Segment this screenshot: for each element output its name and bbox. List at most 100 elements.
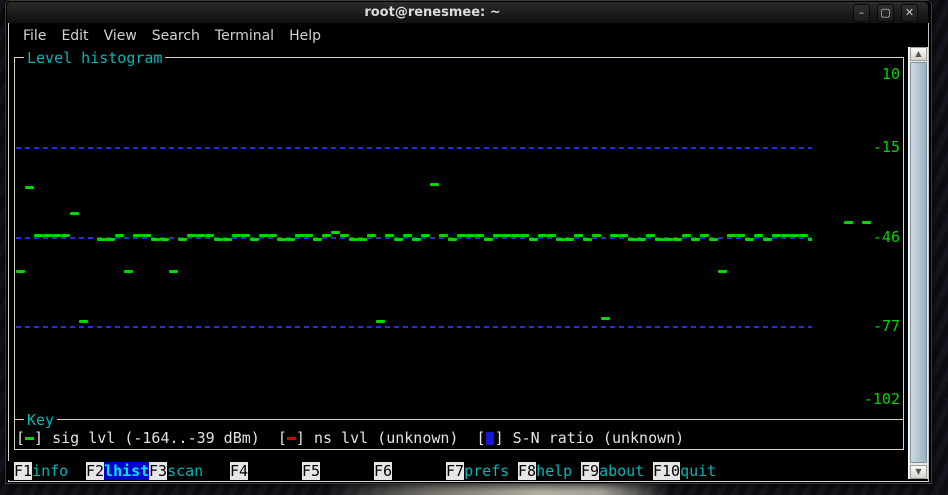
fkey-bar: F1info F2lhist F3scan F4 F5 F6 F7prefs F8help F9… (8, 461, 907, 480)
fkey-cap: F4 (230, 462, 249, 480)
signal-level-dash (574, 234, 583, 237)
axis-tick-label: 10 (812, 65, 900, 83)
scroll-down-icon[interactable]: ▼ (910, 465, 927, 479)
fkey-cap: F3 (149, 462, 168, 480)
fkey-cap: F9 (581, 462, 600, 480)
signal-level-dash (565, 238, 574, 241)
menu-item-edit[interactable]: Edit (59, 27, 90, 45)
signal-level-dash (385, 234, 394, 237)
signal-level-dash (763, 238, 772, 241)
signal-level-dash (421, 234, 430, 237)
signal-level-dash (412, 238, 421, 241)
scroll-up-icon[interactable]: ▲ (910, 47, 927, 61)
signal-level-dash (178, 238, 187, 241)
signal-level-dash (331, 231, 340, 234)
signal-level-dash (628, 238, 637, 241)
axis-tick-label: -77 (812, 317, 900, 335)
menu-item-file[interactable]: File (21, 27, 48, 45)
signal-level-dash (169, 270, 178, 273)
fkey-cap: F7 (446, 462, 465, 480)
axis-tick-label: -15 (812, 138, 900, 156)
menubar: File Edit View Search Terminal Help (14, 24, 913, 47)
signal-level-dash (682, 234, 691, 237)
signal-level-dash (79, 320, 88, 323)
gridline--15dbm (16, 147, 873, 149)
scrollbar-thumb[interactable] (910, 62, 927, 463)
fkey-f5[interactable]: F5 (302, 462, 321, 480)
signal-level-dash (223, 238, 232, 241)
signal-level-dash (493, 234, 502, 237)
fkey-label: lhist (104, 462, 150, 480)
signal-level-dash (790, 234, 799, 237)
signal-level-dash (655, 238, 664, 241)
fkey-f1-info[interactable]: F1info (14, 462, 68, 480)
signal-level-dash (538, 234, 547, 237)
signal-level-dash (619, 234, 628, 237)
signal-level-dash (547, 234, 556, 237)
signal-level-dash (214, 238, 223, 241)
fkey-cap: F8 (518, 462, 537, 480)
signal-level-dash (646, 234, 655, 237)
fkey-cap: F2 (86, 462, 105, 480)
signal-level-dash (304, 234, 313, 237)
signal-level-dash (502, 234, 511, 237)
maximize-button-icon[interactable]: ▢ (877, 4, 894, 22)
fkey-f7-prefs[interactable]: F7prefs (446, 462, 509, 480)
wavemon-screen: Level histogram 10 -15 -46 -77 -102 Key [] s… (0, 0, 948, 495)
window-title: root@renesmee: ~ (364, 5, 501, 20)
fkey-f2-lhist[interactable]: F2lhist (86, 462, 150, 480)
signal-level-dash (133, 234, 142, 237)
window-controls: – ▢ ✕ (853, 4, 918, 22)
signal-level-dash (394, 238, 403, 241)
close-button-icon[interactable]: ✕ (901, 4, 918, 22)
menu-item-view[interactable]: View (102, 27, 139, 45)
minimize-button-icon[interactable]: – (853, 4, 870, 22)
signal-level-dash (664, 238, 673, 241)
signal-level-dash (52, 234, 61, 237)
fkey-cap: F6 (374, 462, 393, 480)
fkey-cap: F5 (302, 462, 321, 480)
fkey-f8-help[interactable]: F8help (518, 462, 572, 480)
signal-level-dash (403, 234, 412, 237)
signal-level-dash (250, 238, 259, 241)
fkey-label: quit (680, 462, 717, 480)
axis-tick-label: -102 (812, 390, 900, 408)
signal-level-dash (718, 270, 727, 273)
signal-level-dash (241, 234, 250, 237)
signal-level-dash (592, 234, 601, 237)
menu-item-terminal[interactable]: Terminal (213, 27, 276, 45)
signal-level-dash (601, 317, 610, 320)
signal-level-dash (16, 270, 25, 273)
signal-level-dash (349, 238, 358, 241)
signal-level-dash (277, 238, 286, 241)
signal-level-dash (151, 238, 160, 241)
menu-item-help[interactable]: Help (287, 27, 323, 45)
titlebar[interactable]: root@renesmee: ~ – ▢ ✕ (7, 2, 928, 24)
fkey-label: prefs (464, 462, 510, 480)
legend-block-icon (485, 432, 494, 445)
desktop: { "window": { "title": "root@renesmee: ~… (0, 0, 948, 495)
signal-level-dash (70, 212, 79, 215)
chart-legend: [] sig lvl (-164..-39 dBm) [] ns lvl (un… (16, 429, 685, 447)
signal-level-dash (781, 234, 790, 237)
signal-level-dash (556, 238, 565, 241)
signal-level-dash (448, 238, 457, 241)
signal-level-dash (97, 238, 106, 241)
signal-level-dash (520, 234, 529, 237)
signal-level-dash (691, 238, 700, 241)
signal-level-dash (511, 234, 520, 237)
signal-level-dash (25, 186, 34, 189)
fkey-f3-scan[interactable]: F3scan (149, 462, 203, 480)
fkey-f9-about[interactable]: F9about (581, 462, 644, 480)
menu-item-search[interactable]: Search (150, 27, 202, 45)
fkey-f6[interactable]: F6 (374, 462, 393, 480)
signal-level-dash (754, 234, 763, 237)
fkey-f4[interactable]: F4 (230, 462, 249, 480)
signal-level-dash (115, 234, 124, 237)
signal-level-dash (43, 234, 52, 237)
signal-level-dash (457, 234, 466, 237)
fkey-f10-quit[interactable]: F10quit (653, 462, 716, 480)
scrollbar[interactable]: ▲ ▼ (908, 47, 928, 479)
signal-level-dash (106, 238, 115, 241)
signal-level-dash (439, 234, 448, 237)
